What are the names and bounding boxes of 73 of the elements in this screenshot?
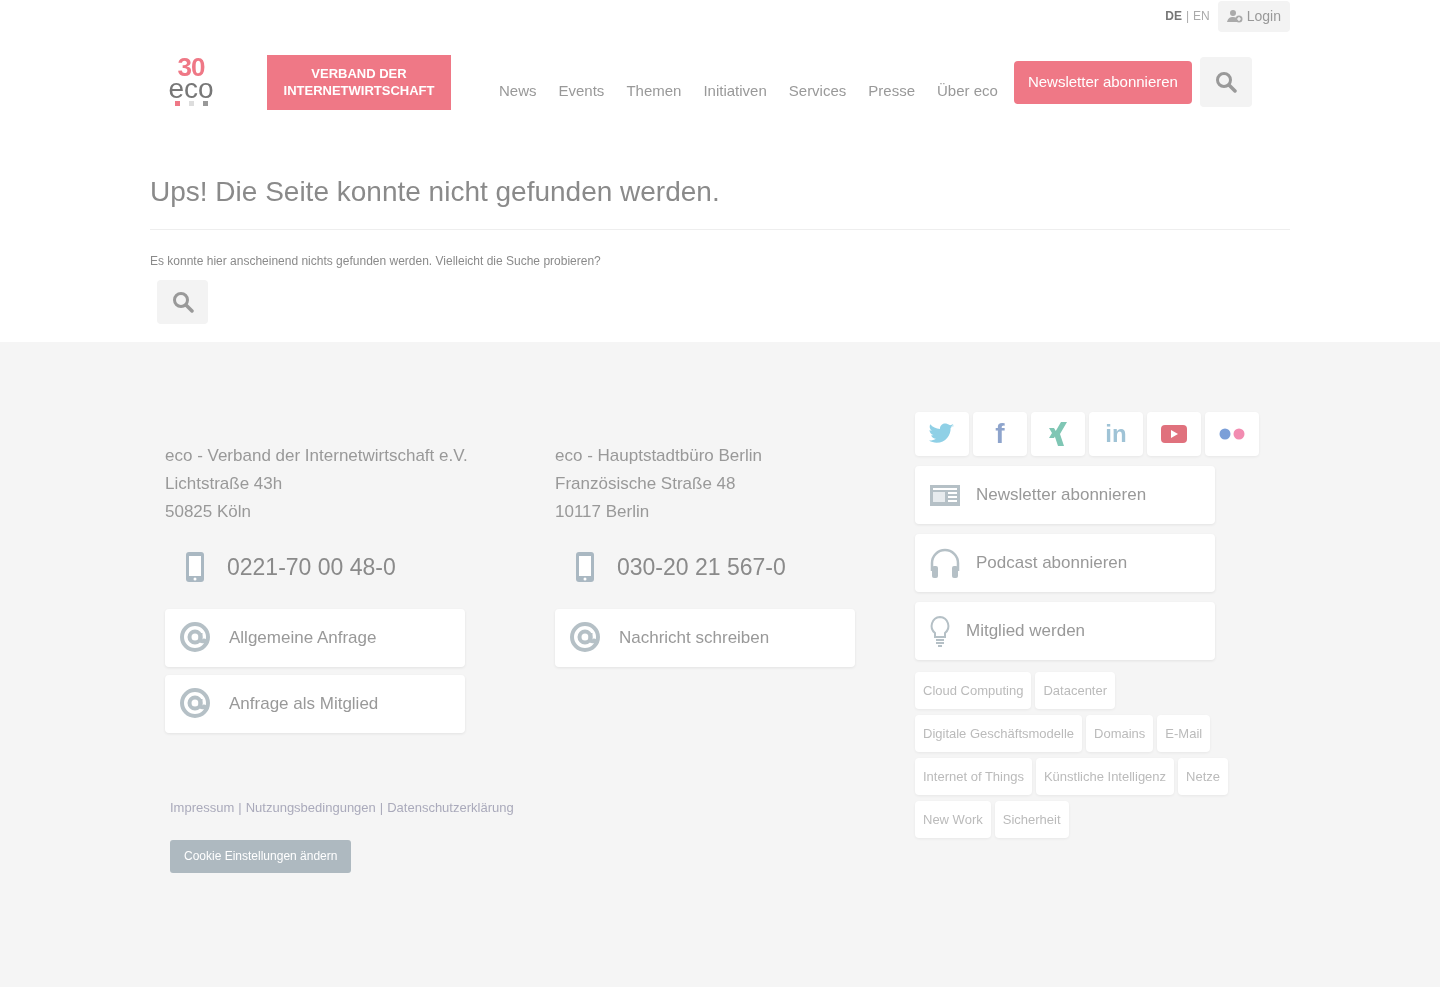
nav-link[interactable]: Events	[558, 79, 605, 103]
topic-tag[interactable]: Datacenter	[1035, 672, 1116, 709]
topic-tag[interactable]: Cloud Computing	[915, 672, 1032, 709]
phone-number: 030-20 21 567-0	[617, 553, 786, 582]
footer-link[interactable]: Nutzungsbedingungen	[245, 798, 376, 818]
x-shape-icon	[1047, 422, 1069, 446]
topic-tag[interactable]: E-Mail	[1157, 715, 1211, 752]
topic-tag[interactable]: Digitale Geschäftsmodelle	[915, 715, 1083, 752]
address-line: Lichtstraße 43h	[165, 473, 284, 495]
phone-number: 0221-70 00 48-0	[227, 553, 396, 582]
bird-icon	[929, 423, 955, 445]
social-link[interactable]	[915, 412, 969, 456]
letters-in-icon: in	[1105, 422, 1127, 446]
language-link[interactable]: DE	[1165, 7, 1182, 25]
search-button[interactable]	[1199, 57, 1252, 107]
login-button[interactable]: Login	[1217, 0, 1290, 32]
contact-link[interactable]: Allgemeine Anfrage	[165, 608, 465, 667]
topic-tag[interactable]: Künstliche Intelligenz	[1035, 758, 1175, 795]
footer-link[interactable]: Datenschutzerklärung	[387, 798, 514, 818]
nav-link[interactable]: Initiativen	[703, 79, 767, 103]
user-plus-icon	[1226, 9, 1243, 23]
search-icon	[1214, 71, 1237, 93]
separator-text: |	[379, 799, 384, 817]
separator-text: |	[1185, 8, 1190, 25]
action-link[interactable]: Podcast abonnieren	[915, 534, 1215, 592]
language-link[interactable]: EN	[1193, 7, 1210, 25]
topic-tag[interactable]: New Work	[915, 801, 991, 838]
address-line: Französische Straße 48	[555, 473, 737, 495]
topic-tag[interactable]: Domains	[1086, 715, 1154, 752]
page-title: Ups! Die Seite konnte nicht gefunden werden.	[150, 175, 721, 209]
nav-link[interactable]: Über eco	[937, 79, 998, 103]
address-line: 10117 Berlin	[555, 501, 651, 523]
tagline-text: INTERNETWIRTSCHAFT	[282, 82, 436, 99]
logo-word: eco	[168, 77, 214, 101]
action-link[interactable]: Mitglied werden	[915, 602, 1215, 660]
phone-icon	[575, 551, 595, 584]
social-link[interactable]	[1031, 412, 1085, 456]
nav-link[interactable]: Services	[788, 79, 847, 103]
message-text: Es konnte hier anscheinend nichts gefunden werden. Vielleicht die Suche probieren?	[150, 252, 602, 270]
topic-tag[interactable]: Sicherheit	[994, 801, 1069, 838]
letter-f-icon: f	[995, 420, 1005, 448]
social-link[interactable]	[1205, 412, 1259, 456]
nav-link[interactable]: News	[499, 79, 537, 103]
at-sign-icon	[179, 686, 213, 721]
nav-link[interactable]: Presse	[868, 79, 915, 103]
contact-link[interactable]: Nachricht schreiben	[555, 608, 855, 667]
address-line: eco - Hauptstadtbüro Berlin	[555, 445, 763, 467]
phone-icon	[185, 551, 205, 584]
contact-link[interactable]: Anfrage als Mitglied	[165, 674, 465, 733]
address-line: eco - Verband der Internetwirtschaft e.V.	[165, 445, 469, 467]
address-line: 50825 Köln	[165, 501, 253, 523]
play-icon	[1161, 425, 1187, 443]
social-link[interactable]	[1147, 412, 1201, 456]
topic-tag[interactable]: Netze	[1178, 758, 1229, 795]
search-button[interactable]	[157, 279, 208, 324]
search-icon	[171, 290, 194, 313]
two-dots-icon	[1219, 428, 1245, 440]
light-bulb-icon	[929, 615, 951, 647]
social-link[interactable]: f	[973, 412, 1027, 456]
newsletter-button[interactable]: Newsletter abonnieren	[1013, 60, 1192, 104]
nav-link[interactable]: Themen	[626, 79, 682, 103]
footer-link[interactable]: Impressum	[170, 798, 235, 818]
logo-number: 30	[177, 57, 205, 77]
headphones-icon	[929, 547, 961, 579]
social-link[interactable]: in	[1089, 412, 1143, 456]
action-link[interactable]: Newsletter abonnieren	[915, 466, 1215, 524]
at-sign-icon	[179, 620, 213, 655]
newspaper-icon	[929, 483, 961, 507]
at-sign-icon	[569, 620, 603, 655]
tagline-text: VERBAND DER	[310, 65, 408, 82]
topic-tag[interactable]: Internet of Things	[915, 758, 1032, 795]
separator-text: |	[238, 799, 242, 817]
cookie-settings-button[interactable]: Cookie Einstellungen ändern	[170, 839, 352, 873]
